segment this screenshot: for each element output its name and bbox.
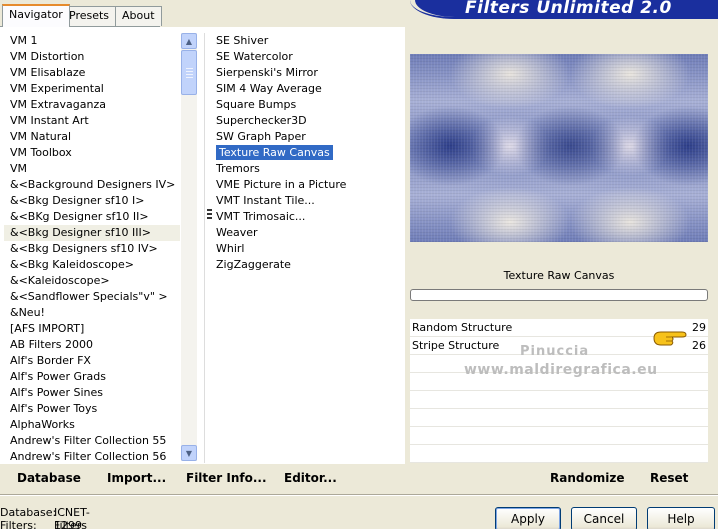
help-button[interactable]: Help xyxy=(647,507,715,529)
filter-item-label: Superchecker3D xyxy=(216,114,307,127)
randomize-button[interactable]: Randomize xyxy=(550,470,624,486)
watermark-url: www.maldiregrafica.eu xyxy=(464,362,658,378)
category-item[interactable]: Andrew's Filter Collection 55 xyxy=(4,433,180,449)
filter-item[interactable]: Square Bumps xyxy=(212,97,402,113)
filter-item[interactable]: Whirl xyxy=(212,241,402,257)
filter-item-label: VMT Trimosaic... xyxy=(216,210,306,223)
database-button[interactable]: Database xyxy=(17,470,81,486)
category-item[interactable]: AlphaWorks xyxy=(4,417,180,433)
category-item[interactable]: &<Background Designers IV> xyxy=(4,177,180,193)
chevron-up-icon: ▲ xyxy=(185,36,193,46)
reset-button[interactable]: Reset xyxy=(650,470,688,486)
category-item[interactable]: Alf's Power Grads xyxy=(4,369,180,385)
filter-item-label: Square Bumps xyxy=(216,98,297,111)
category-item[interactable]: &<Kaleidoscope> xyxy=(4,273,180,289)
category-item[interactable]: &<BKg Designer sf10 II> xyxy=(4,209,180,225)
filter-item[interactable]: SE Watercolor xyxy=(212,49,402,65)
filter-item[interactable]: VME Picture in a Picture xyxy=(212,177,402,193)
filter-info-button[interactable]: Filter Info... xyxy=(186,470,267,486)
tab-navigator[interactable]: Navigator xyxy=(2,4,70,27)
category-item[interactable]: &<Bkg Designers sf10 IV> xyxy=(4,241,180,257)
filter-item[interactable]: SE Shiver xyxy=(212,33,402,49)
filter-item-label: VMT Instant Tile... xyxy=(216,194,315,207)
category-item[interactable]: AB Filters 2000 xyxy=(4,337,180,353)
category-list[interactable]: VM 1 VM Distortion VM Elisablaze VM Experim… xyxy=(4,33,180,465)
preview-filter-name: Texture Raw Canvas xyxy=(503,269,615,282)
filter-item[interactable]: Sierpenski's Mirror xyxy=(212,65,402,81)
filter-item[interactable]: Tremors xyxy=(212,161,402,177)
param-row-empty xyxy=(410,391,708,409)
category-item[interactable]: VM 1 xyxy=(4,33,180,49)
scroll-thumb[interactable] xyxy=(181,50,197,95)
filter-item-label: Sierpenski's Mirror xyxy=(216,66,318,79)
filter-item-label: SE Watercolor xyxy=(216,50,293,63)
filter-list[interactable]: SE Shiver SE Watercolor Sierpenski's Mirro… xyxy=(212,33,402,465)
tab-presets[interactable]: Presets xyxy=(62,6,117,26)
filter-item-label: SW Graph Paper xyxy=(216,130,306,143)
import-button[interactable]: Import... xyxy=(107,470,166,486)
filter-item[interactable]: ZigZaggerate xyxy=(212,257,402,273)
cancel-button[interactable]: Cancel xyxy=(571,507,637,529)
filter-item-label: Texture Raw Canvas xyxy=(216,145,333,160)
category-item[interactable]: Andrew's Filter Collection 56 xyxy=(4,449,180,465)
filter-item[interactable]: Texture Raw Canvas xyxy=(212,145,402,161)
tab-about[interactable]: About xyxy=(115,6,162,26)
editor-button[interactable]: Editor... xyxy=(284,470,337,486)
watermark: Pinuccia www.maldiregrafica.eu xyxy=(464,344,664,384)
filter-item[interactable]: VMT Instant Tile... xyxy=(212,193,402,209)
category-item[interactable]: [AFS IMPORT] xyxy=(4,321,180,337)
category-item[interactable]: Alf's Power Toys xyxy=(4,401,180,417)
category-item[interactable]: &Neu! xyxy=(4,305,180,321)
chevron-down-icon: ▼ xyxy=(185,448,193,458)
category-item[interactable]: &<Bkg Designer sf10 III> xyxy=(4,225,180,241)
category-item[interactable]: Alf's Border FX xyxy=(4,353,180,369)
filter-item-label: SIM 4 Way Average xyxy=(216,82,322,95)
pointing-hand-icon xyxy=(653,331,687,346)
filter-item[interactable]: SIM 4 Way Average xyxy=(212,81,402,97)
filter-item-label: SE Shiver xyxy=(216,34,269,47)
filter-item[interactable]: Superchecker3D xyxy=(212,113,402,129)
param-value[interactable]: 26 xyxy=(692,339,706,352)
filter-item-label: Tremors xyxy=(216,162,260,175)
status-label: Database: xyxy=(0,506,57,519)
filter-item[interactable]: VMT Trimosaic... xyxy=(212,209,402,225)
filter-item-label: VME Picture in a Picture xyxy=(216,178,347,191)
preview-image xyxy=(410,54,708,242)
param-row-empty xyxy=(410,409,708,427)
filter-item[interactable]: Weaver xyxy=(212,225,402,241)
apply-button[interactable]: Apply xyxy=(495,507,561,529)
category-item[interactable]: VM Instant Art xyxy=(4,113,180,129)
toolbar-separator-highlight xyxy=(0,495,718,496)
category-item[interactable]: VM Extravaganza xyxy=(4,97,180,113)
category-item[interactable]: VM Elisablaze xyxy=(4,65,180,81)
category-item[interactable]: Alf's Power Sines xyxy=(4,385,180,401)
category-item[interactable]: &<Bkg Designer sf10 I> xyxy=(4,193,180,209)
filter-item[interactable]: SW Graph Paper xyxy=(212,129,402,145)
category-scrollbar[interactable]: ▲ ▼ xyxy=(181,33,197,461)
list-divider xyxy=(204,33,205,463)
category-item[interactable]: &<Sandflower Specials"v" > xyxy=(4,289,180,305)
category-item[interactable]: VM Natural xyxy=(4,129,180,145)
category-item[interactable]: VM xyxy=(4,161,180,177)
filter-item-label: Whirl xyxy=(216,242,245,255)
param-row-empty xyxy=(410,445,708,463)
param-value[interactable]: 29 xyxy=(692,321,706,334)
scroll-up-button[interactable]: ▲ xyxy=(181,33,197,49)
status-value: 1299 xyxy=(54,519,82,529)
category-item[interactable]: VM Distortion xyxy=(4,49,180,65)
watermark-name: Pinuccia xyxy=(520,344,590,359)
category-item[interactable]: VM Toolbox xyxy=(4,145,180,161)
status-label: Filters: xyxy=(0,519,37,529)
category-item[interactable]: VM Experimental xyxy=(4,81,180,97)
param-row-empty xyxy=(410,427,708,445)
filter-item-label: Weaver xyxy=(216,226,258,239)
scroll-down-button[interactable]: ▼ xyxy=(181,445,197,461)
category-item[interactable]: &<Bkg Kaleidoscope> xyxy=(4,257,180,273)
app-title-banner: Filters Unlimited 2.0 xyxy=(415,0,718,17)
progress-bar xyxy=(410,289,708,301)
filter-item-label: ZigZaggerate xyxy=(216,258,291,271)
param-label: Random Structure xyxy=(412,321,513,334)
